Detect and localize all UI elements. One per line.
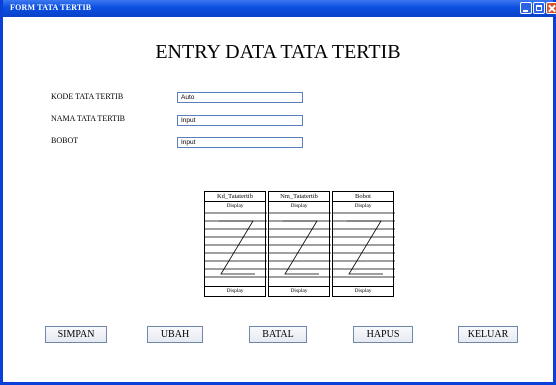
ubah-button[interactable]: UBAH — [147, 326, 203, 343]
grid-rows-placeholder — [269, 212, 331, 278]
grid-column-nm-tatatertib[interactable]: Nm_Tatatertib Display Display — [268, 191, 331, 297]
page-title: ENTRY DATA TATA TERTIB — [155, 41, 401, 63]
grid-column-bobot[interactable]: Bobot Display Display — [332, 191, 395, 297]
kode-tata-tertib-field[interactable]: Auto — [177, 92, 303, 103]
keluar-button[interactable]: KELUAR — [458, 326, 518, 343]
title-bar[interactable]: FORM TATA TERTIB — [3, 0, 556, 17]
minimize-icon[interactable] — [520, 2, 532, 14]
close-icon[interactable] — [546, 2, 556, 14]
bobot-label: BOBOT — [51, 136, 79, 145]
grid-rows-placeholder — [205, 212, 267, 278]
hapus-button[interactable]: HAPUS — [353, 326, 413, 343]
kode-tata-tertib-label: KODE TATA TERTIB — [51, 92, 124, 101]
grid-display-bottom: Display — [269, 286, 329, 296]
nama-tata-tertib-field[interactable]: Input — [177, 115, 303, 126]
grid-column-kd-tatatertib[interactable]: Kd_Tatatertib Display Display — [204, 191, 267, 297]
grid-display-bottom: Display — [333, 286, 393, 296]
bobot-field[interactable]: Input — [177, 137, 303, 148]
window-title: FORM TATA TERTIB — [10, 3, 92, 12]
batal-button[interactable]: BATAL — [249, 326, 307, 343]
grid-display-bottom: Display — [205, 286, 265, 296]
grid-rows-placeholder — [333, 212, 395, 278]
nama-tata-tertib-label: NAMA TATA TERTIB — [51, 114, 125, 123]
simpan-button[interactable]: SIMPAN — [45, 326, 107, 343]
maximize-icon[interactable] — [533, 2, 545, 14]
